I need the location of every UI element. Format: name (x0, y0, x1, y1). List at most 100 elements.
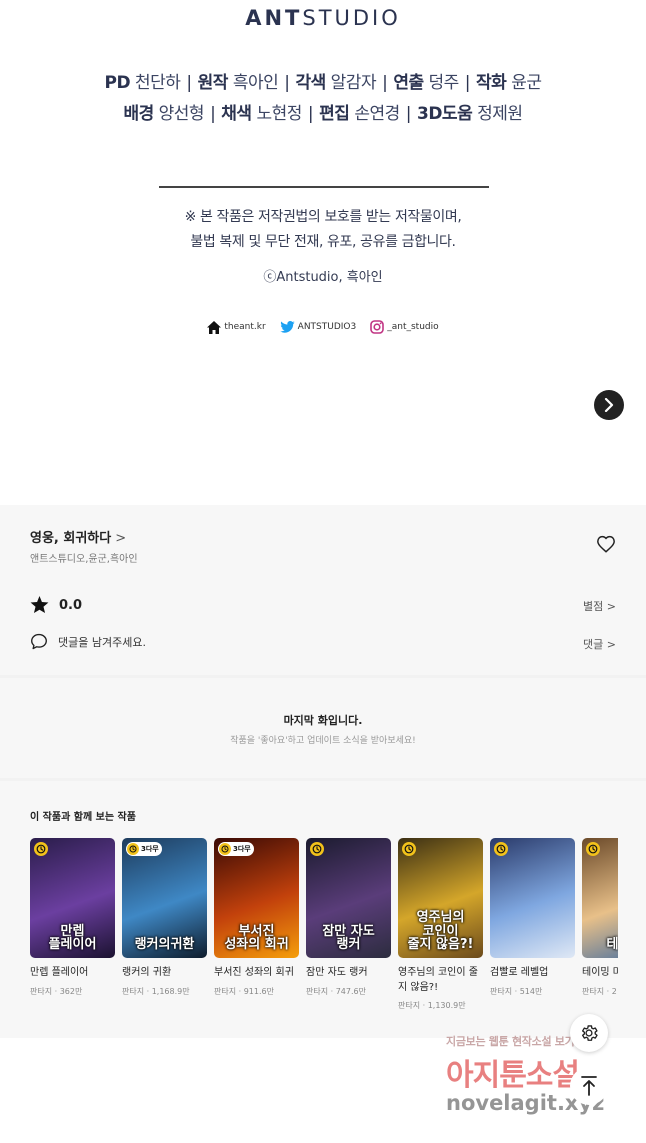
comment-icon (31, 633, 47, 650)
recommendation-title: 테이밍 마스터 (582, 967, 618, 978)
cover-title-art: 만렙 플레이어 (48, 923, 97, 953)
credit-name: 윤군 (511, 73, 542, 93)
credits-panel: ANTSTUDIO PD 천단하 | 원작 흑아인 | 각색 알감자 | 연출 덩주 | 작화 … (0, 0, 646, 505)
episode-footer: 영웅, 회귀하다 > 앤트스튜디오,윤군,흑아인 0.0 별점 > 댓글을 남겨주… (0, 505, 646, 1038)
clock-icon (219, 843, 231, 855)
divider (159, 186, 489, 188)
recommendation-title: 만렙 플레이어 (30, 967, 89, 978)
credit-separator: | (307, 104, 314, 124)
clock-icon (586, 842, 600, 856)
credit-separator: | (186, 73, 192, 93)
credit-name: 흑아인 (232, 73, 279, 93)
clock-icon (34, 842, 48, 856)
social-links: theant.kr ANTSTUDIO3 _ant_studio (0, 320, 646, 334)
cover-title-art: 부서진 성좌의 회귀 (224, 923, 289, 953)
cover-thumbnail: 3다무 랭커의귀환 (122, 838, 207, 958)
recommendation-item[interactable]: 검빨로 레벨업 판타지 · 514만 (490, 838, 575, 997)
chevron-right-icon: > (115, 531, 127, 546)
badge-label: 3다무 (233, 845, 251, 853)
wait-free-badge: 3다무 (126, 842, 162, 856)
cover-title-art: 잠만 자도 랭커 (322, 923, 375, 953)
wait-free-badge: 3다무 (218, 842, 254, 856)
credit-name: 양선형 (158, 104, 205, 124)
chevron-right-icon (604, 398, 614, 412)
cover-title-art: 영주님의 코인이 줄지 않음?! (407, 910, 474, 953)
clock-icon (310, 842, 324, 856)
recommendation-item[interactable]: 만렙 플레이어 만렙 플레이어 판타지 · 362만 (30, 838, 115, 997)
twitter-link-label: ANTSTUDIO3 (297, 322, 357, 332)
credit-role: 작화 (476, 73, 507, 93)
carousel-next-button[interactable] (594, 390, 624, 420)
credit-name: 천단하 (134, 73, 181, 93)
credit-separator: | (405, 104, 412, 124)
copyright-notice-line-1: ※ 본 작품은 저작권법의 보호를 받는 저작물이며, (184, 209, 462, 225)
badge-label: 3다무 (141, 845, 159, 853)
recommendation-title: 잠만 자도 랭커 (306, 967, 368, 978)
credit-separator: | (464, 73, 471, 93)
recommendation-meta: 판타지 · 514만 (490, 986, 543, 996)
ant-studio-logo: ANTSTUDIO (245, 6, 401, 30)
comment-placeholder: 댓글을 남겨주세요. (58, 635, 146, 649)
cover-title-art: 테이밍 (606, 937, 618, 953)
cover-thumbnail: 잠만 자도 랭커 (306, 838, 391, 958)
recommendation-meta: 판타지 · 1,130.9만 (398, 1001, 466, 1010)
credit-role: 연출 (393, 73, 424, 93)
recommendations-title: 이 작품과 함께 보는 작품 (30, 812, 136, 823)
comments-button[interactable]: 댓글 > (583, 636, 616, 652)
copyright-holder: ⓒAntstudio, 흑아인 (263, 270, 383, 285)
gear-icon (582, 1025, 598, 1041)
recommendation-meta: 판타지 · 2 (582, 986, 617, 996)
credit-separator: | (284, 73, 290, 93)
recommendation-item[interactable]: 3다무 랭커의귀환 랭커의 귀환 판타지 · 1,168.9만 (122, 838, 207, 997)
watermark-logo: 아지툰소설 (446, 1058, 580, 1093)
credit-separator: | (210, 104, 216, 124)
settings-button[interactable] (570, 1014, 608, 1052)
clock-icon (494, 842, 508, 856)
recommendation-item[interactable]: 3다무 부서진 성좌의 회귀 부서진 성좌의 회귀 판타지 · 911.6만 (214, 838, 299, 997)
series-info-card: 영웅, 회귀하다 > 앤트스튜디오,윤군,흑아인 0.0 별점 > 댓글을 남겨주… (0, 505, 646, 675)
last-episode-title: 마지막 화입니다. (283, 714, 363, 727)
series-title-link[interactable]: 영웅, 회귀하다 > (30, 527, 126, 546)
home-icon (207, 320, 222, 334)
recommendation-title: 부서진 성좌의 회귀 (214, 967, 294, 978)
recommendation-carousel: 만렙 플레이어 만렙 플레이어 판타지 · 362만 3다무 랭커의귀환 랭커의 귀환 판타… (30, 838, 618, 1033)
rating-row: 0.0 (30, 596, 82, 614)
credit-name: 알감자 (330, 73, 377, 93)
instagram-icon (370, 320, 385, 334)
credit-role: 3D도움 (416, 104, 473, 124)
instagram-link-label: _ant_studio (387, 322, 439, 332)
recommendation-item[interactable]: 영주님의 코인이 줄지 않음?! 영주님의 코인이 줄지 않음?! 판타지 · 1,… (398, 838, 483, 1011)
instagram-link[interactable]: _ant_studio (370, 320, 439, 334)
credit-role: PD (104, 73, 131, 93)
home-link-label: theant.kr (224, 322, 266, 332)
credit-role: 각색 (295, 73, 326, 93)
recommendation-meta: 판타지 · 911.6만 (214, 986, 274, 996)
copyright-notice-line-2: 불법 복제 및 무단 전재, 유포, 공유를 금합니다. (190, 234, 456, 250)
cover-thumbnail: 3다무부서진 성좌의 회귀 (214, 838, 299, 958)
staff-credits-line-1: PD 천단하 | 원작 흑아인 | 각색 알감자 | 연출 덩주 | 작화 윤군 (0, 68, 646, 93)
comment-entry[interactable]: 댓글을 남겨주세요. (30, 633, 146, 650)
recommendation-title: 영주님의 코인이 줄지 않음?! (398, 967, 478, 993)
credit-role: 원작 (197, 73, 229, 93)
scroll-top-button[interactable] (570, 1067, 608, 1105)
series-title: 영웅, 회귀하다 (30, 531, 112, 546)
recommendations-card: 이 작품과 함께 보는 작품 만렙 플레이어 만렙 플레이어 판타지 · 362만 3… (0, 781, 646, 1038)
clock-icon (402, 842, 416, 856)
credit-role: 배경 (123, 104, 154, 124)
last-episode-subtitle: 작품을 '좋아요'하고 업데이트 소식을 받아보세요! (230, 736, 416, 746)
twitter-link[interactable]: ANTSTUDIO3 (279, 321, 357, 333)
recommendation-title: 랭커의 귀환 (122, 967, 172, 978)
staff-credits-line-2: 배경 양선형 | 채색 노현정 | 편집 손연경 | 3D도움 정제원 (0, 99, 646, 124)
credit-name: 노현정 (256, 104, 302, 124)
star-icon (30, 596, 49, 614)
home-link[interactable]: theant.kr (207, 320, 266, 334)
cover-thumbnail (490, 838, 575, 958)
recommendation-item[interactable]: 테이밍테이밍 마스터판타지 · 2 (582, 838, 618, 997)
rate-button[interactable]: 별점 > (583, 598, 616, 614)
heart-icon[interactable] (596, 535, 616, 553)
recommendation-meta: 판타지 · 747.6만 (306, 986, 366, 996)
cover-thumbnail: 영주님의 코인이 줄지 않음?! (398, 838, 483, 958)
recommendation-item[interactable]: 잠만 자도 랭커 잠만 자도 랭커 판타지 · 747.6만 (306, 838, 391, 997)
twitter-icon (279, 321, 295, 333)
rating-value: 0.0 (59, 597, 83, 613)
